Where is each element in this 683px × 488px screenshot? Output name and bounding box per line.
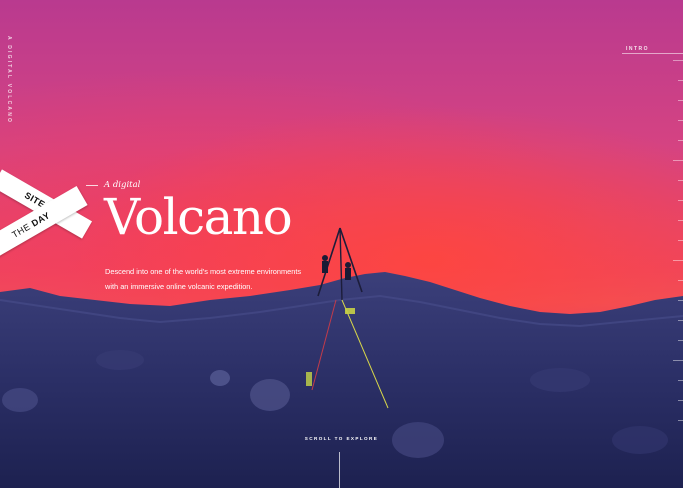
badge-word-day: DAY <box>29 210 52 229</box>
scroll-to-explore-button[interactable]: SCROLL TO EXPLORE <box>0 436 683 441</box>
scroll-indicator-line <box>339 452 340 488</box>
eyebrow-dash <box>86 184 98 186</box>
progress-ruler[interactable] <box>663 60 683 440</box>
nav-intro-link[interactable]: INTRO <box>626 46 649 52</box>
nav-intro-underline <box>622 53 683 54</box>
hero-title: Volcano <box>104 188 293 246</box>
crater-rim-terrain <box>0 227 683 488</box>
side-label: A DIGITAL VOLCANO <box>6 36 12 125</box>
badge-word-the: THE <box>10 221 33 240</box>
hero-description: Descend into one of the world's most ext… <box>105 267 302 291</box>
